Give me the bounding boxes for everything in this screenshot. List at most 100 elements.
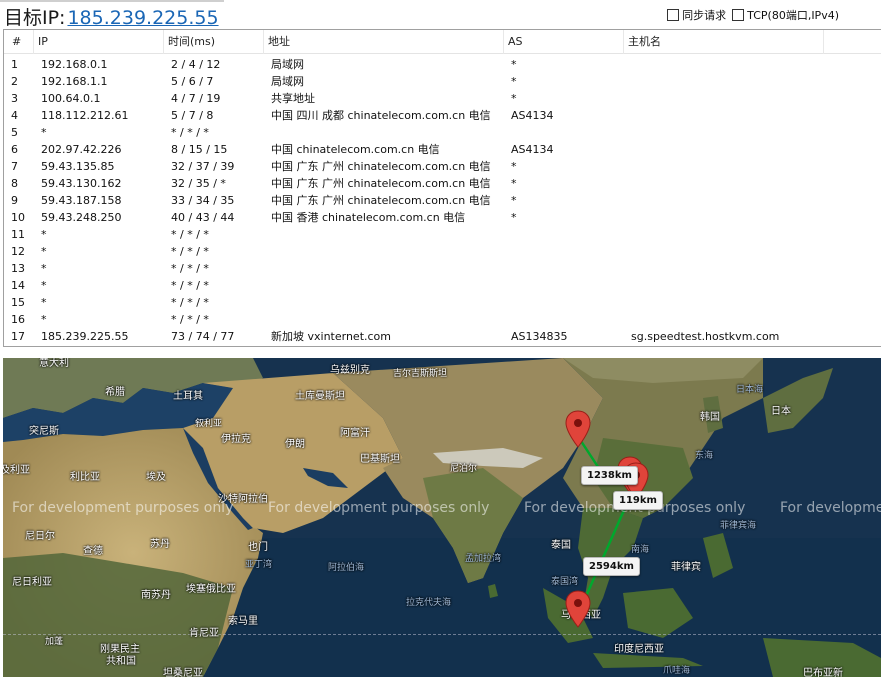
cell-as: AS134835 [511, 330, 568, 343]
cell-index: 16 [11, 313, 25, 326]
tcp-checkbox[interactable] [732, 9, 745, 21]
col-header-as[interactable]: AS [504, 30, 624, 54]
label-east-sea: 东海 [695, 451, 714, 461]
table-row[interactable]: 8 59.43.130.162 32 / 35 / * 中国 广东 广州 chinat… [4, 175, 881, 192]
label-japan-sea: 日本海 [736, 385, 764, 395]
watermark-1: For development purposes only [12, 500, 234, 516]
label-niger: 尼日尔 [25, 531, 55, 542]
table-row[interactable]: 5 * * / * / * [4, 124, 881, 141]
cell-ip: * [41, 228, 47, 241]
map-pin-singapore[interactable] [565, 590, 591, 628]
col-header-ip[interactable]: IP [34, 30, 164, 54]
cell-ip: * [41, 245, 47, 258]
cell-index: 7 [11, 160, 18, 173]
cell-address: 中国 广东 广州 chinatelecom.com.cn 电信 [271, 194, 491, 207]
cell-hostname: sg.speedtest.hostkvm.com [631, 330, 780, 343]
table-header: # IP 时间(ms) 地址 AS 主机名 [4, 30, 881, 54]
cell-address: 局域网 [271, 58, 304, 71]
cell-as: * [511, 177, 517, 190]
cell-ip: 185.239.225.55 [41, 330, 129, 343]
cell-ip: 100.64.0.1 [41, 92, 101, 105]
table-row[interactable]: 13 * * / * / * [4, 260, 881, 277]
cell-time: 33 / 34 / 35 [171, 194, 235, 207]
cell-ip: * [41, 313, 47, 326]
table-row[interactable]: 10 59.43.248.250 40 / 43 / 44 中国 香港 chinate… [4, 209, 881, 226]
label-south-sea: 南海 [631, 545, 650, 555]
cell-index: 3 [11, 92, 18, 105]
label-afghanistan: 阿富汗 [340, 428, 370, 439]
cell-address: 共享地址 [271, 92, 315, 105]
table-row[interactable]: 12 * * / * / * [4, 243, 881, 260]
cell-index: 8 [11, 177, 18, 190]
label-gabon: 加蓬 [45, 637, 64, 647]
label-laccadive: 拉克代夫海 [406, 598, 452, 608]
cell-as: * [511, 211, 517, 224]
route-map[interactable]: 意大利 希腊 土耳其 乌兹别克 吉尔吉斯斯坦 土库曼斯坦 日本海 韩国 日本 突… [3, 358, 881, 677]
cell-time: 5 / 6 / 7 [171, 75, 214, 88]
col-header-time[interactable]: 时间(ms) [164, 30, 264, 54]
cell-address: 中国 四川 成都 chinatelecom.com.cn 电信 [271, 109, 491, 122]
trace-table: # IP 时间(ms) 地址 AS 主机名 1 192.168.0.1 2 / 4 … [3, 29, 881, 347]
map-pin-chengdu[interactable] [565, 410, 591, 448]
label-chad: 查德 [83, 546, 103, 557]
cell-ip: 59.43.130.162 [41, 177, 122, 190]
cell-ip: 192.168.1.1 [41, 75, 108, 88]
label-iraq: 伊拉克 [221, 434, 251, 445]
top-bar: 目标IP: 185.239.225.55 同步请求 TCP(80端口,IPv4) [0, 0, 881, 30]
target-ip-display: 目标IP: 185.239.225.55 [4, 3, 219, 30]
cell-address: 局域网 [271, 75, 304, 88]
label-aden: 亚丁湾 [245, 560, 273, 570]
target-ip-link[interactable]: 185.239.225.55 [67, 7, 218, 29]
table-row[interactable]: 3 100.64.0.1 4 / 7 / 19 共享地址 * [4, 90, 881, 107]
label-italy: 意大利 [39, 358, 69, 369]
distance-label-2: 119km [613, 491, 663, 510]
sync-request-label: 同步请求 [682, 9, 727, 22]
cell-index: 10 [11, 211, 25, 224]
cell-time: 73 / 74 / 77 [171, 330, 235, 343]
table-row[interactable]: 2 192.168.1.1 5 / 6 / 7 局域网 * [4, 73, 881, 90]
cell-index: 4 [11, 109, 18, 122]
tcp-option[interactable]: TCP(80端口,IPv4) [732, 7, 839, 23]
label-java-sea: 爪哇海 [663, 666, 691, 676]
cell-index: 5 [11, 126, 18, 139]
label-greece: 希腊 [105, 387, 125, 398]
table-row[interactable]: 6 202.97.42.226 8 / 15 / 15 中国 chinatelecom… [4, 141, 881, 158]
table-row[interactable]: 9 59.43.187.158 33 / 34 / 35 中国 广东 广州 china… [4, 192, 881, 209]
col-header-index[interactable]: # [4, 30, 34, 54]
cell-index: 15 [11, 296, 25, 309]
table-row[interactable]: 15 * * / * / * [4, 294, 881, 311]
label-somalia: 索马里 [228, 616, 258, 627]
cell-time: * / * / * [171, 126, 209, 139]
label-egypt: 埃及 [146, 472, 166, 483]
cell-time: * / * / * [171, 279, 209, 292]
cell-time: 32 / 37 / 39 [171, 160, 235, 173]
col-header-address[interactable]: 地址 [264, 30, 504, 54]
label-libya: 利比亚 [70, 472, 100, 483]
cell-address: 新加坡 vxinternet.com [271, 330, 391, 343]
col-header-hostname[interactable]: 主机名 [624, 30, 824, 54]
cell-time: * / * / * [171, 245, 209, 258]
table-row[interactable]: 4 118.112.212.61 5 / 7 / 8 中国 四川 成都 chinate… [4, 107, 881, 124]
table-row[interactable]: 11 * * / * / * [4, 226, 881, 243]
cell-as: * [511, 160, 517, 173]
sync-request-checkbox[interactable] [667, 9, 680, 21]
cell-as: AS4134 [511, 109, 554, 122]
cell-address: 中国 广东 广州 chinatelecom.com.cn 电信 [271, 160, 491, 173]
table-row[interactable]: 14 * * / * / * [4, 277, 881, 294]
distance-label-3: 2594km [583, 557, 640, 576]
label-nepal: 尼泊尔 [450, 464, 478, 474]
label-syria: 叙利亚 [195, 419, 223, 429]
table-row[interactable]: 7 59.43.135.85 32 / 37 / 39 中国 广东 广州 chinat… [4, 158, 881, 175]
cell-address: 中国 chinatelecom.com.cn 电信 [271, 143, 440, 156]
table-row[interactable]: 16 * * / * / * [4, 311, 881, 328]
table-row[interactable]: 1 192.168.0.1 2 / 4 / 12 局域网 * [4, 56, 881, 73]
sync-request-option[interactable]: 同步请求 [667, 7, 726, 23]
cell-time: * / * / * [171, 262, 209, 275]
table-body: 1 192.168.0.1 2 / 4 / 12 局域网 * 2 192.168.1.1 5 … [4, 54, 881, 345]
watermark-2: For development purposes only [268, 500, 490, 516]
cell-ip: * [41, 126, 47, 139]
cell-ip: 59.43.135.85 [41, 160, 115, 173]
table-row[interactable]: 17 185.239.225.55 73 / 74 / 77 新加坡 vxintern… [4, 328, 881, 345]
label-drc-2: 共和国 [106, 656, 136, 667]
cell-as: * [511, 194, 517, 207]
